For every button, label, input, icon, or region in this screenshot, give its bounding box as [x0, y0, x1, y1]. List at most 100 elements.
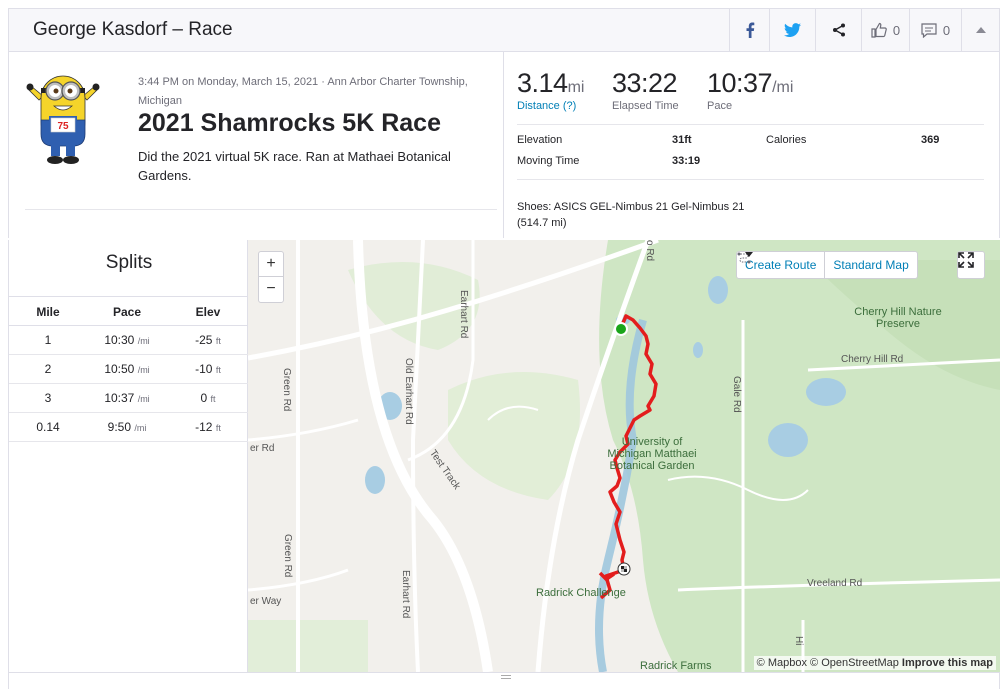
twitter-icon [784, 23, 801, 37]
map-label-road: Hi [793, 636, 804, 646]
table-row: 1 10:30 /mi -25 ft [9, 326, 249, 355]
calories-value: 369 [921, 134, 940, 146]
share-button[interactable] [815, 9, 861, 51]
pace-value: 10:37 [707, 68, 773, 98]
shoes-info: Shoes: ASICS GEL-Nimbus 21 Gel-Nimbus 21… [517, 201, 745, 229]
column-header-mile: Mile [36, 305, 60, 319]
map-label-radrick-challenge: Radrick Challenge [536, 587, 626, 599]
map-label-way: er Way [250, 596, 282, 607]
elapsed-time-value: 33:22 [612, 68, 678, 98]
split-mile: 0.14 [36, 420, 60, 434]
create-route-label: Create Route [745, 258, 817, 272]
stat-pace: 10:37/mi Pace [707, 68, 793, 112]
elapsed-time-label: Elapsed Time [612, 100, 679, 112]
split-mile: 1 [44, 333, 52, 347]
route-map[interactable]: Green Rd Green Rd Old Earhart Rd Earhart… [248, 240, 1000, 672]
activity-title: 2021 Shamrocks 5K Race [138, 109, 441, 137]
map-label-green-rd: Green Rd [281, 368, 292, 412]
moving-time-label: Moving Time [517, 155, 580, 167]
activity-meta: 3:44 PM on Monday, March 15, 2021 · Ann … [138, 76, 468, 107]
map-type-dropdown[interactable]: Standard Map [745, 252, 916, 278]
splits-title: Splits [105, 252, 153, 273]
split-pace: 9:50 /mi [107, 420, 147, 434]
moving-time-value: 33:19 [672, 155, 701, 167]
column-header-elev: Elev [195, 305, 221, 319]
splits-header-row: Mile Pace Elev [9, 296, 249, 326]
divider [517, 124, 984, 125]
zoom-in-button[interactable]: + [259, 252, 283, 277]
elevation-label: Elevation [517, 134, 563, 146]
map-label-gale-rd: Gale Rd [731, 376, 742, 413]
split-elev: -12 ft [195, 420, 221, 434]
divider [25, 209, 497, 210]
divider [517, 179, 984, 180]
split-pace: 10:30 /mi [104, 333, 150, 347]
column-header-pace: Pace [112, 305, 142, 319]
comment-count: 0 [942, 22, 951, 38]
facebook-share-button[interactable] [729, 9, 769, 51]
caret-up-icon [975, 27, 986, 33]
drag-handle-icon[interactable] [501, 675, 511, 679]
map-label-umich-botanical-garden: University of Michigan Matthaei Botanica… [607, 436, 697, 472]
activity-description: Did the 2021 virtual 5K race. Ran at Mat… [138, 149, 451, 183]
fullscreen-button[interactable] [957, 251, 985, 279]
split-pace: 10:37 /mi [104, 391, 150, 405]
map-label-vreeland-rd: Vreeland Rd [807, 578, 863, 589]
zoom-controls: + − [258, 251, 284, 303]
map-type-label: Standard Map [833, 258, 909, 272]
map-label-cherry-hill-rd: Cherry Hill Rd [841, 354, 904, 365]
mapbox-attribution-link[interactable]: © Mapbox [757, 657, 807, 669]
map-toolbar: Create Route Standard Map [736, 251, 918, 279]
twitter-share-button[interactable] [769, 9, 815, 51]
distance-value: 3.14 [517, 68, 568, 98]
header-actions: 0 0 [729, 9, 999, 51]
thumbs-up-icon [871, 22, 887, 38]
pace-label: Pace [707, 100, 733, 112]
comment-icon [921, 22, 937, 38]
kudos-button[interactable]: 0 [861, 9, 909, 51]
activity-header: George Kasdorf – Race 0 0 [8, 8, 1000, 52]
improve-map-link[interactable]: Improve this map [902, 657, 993, 669]
split-mile: 2 [44, 362, 52, 376]
athlete-avatar[interactable]: 75 [25, 68, 101, 168]
map-label-cherry-hill-preserve: Cherry Hill Nature Preserve [854, 306, 942, 330]
distance-help-link[interactable]: Distance (?) [517, 100, 584, 112]
distance-unit: mi [567, 79, 585, 96]
start-marker[interactable] [614, 322, 628, 336]
map-label-earhart-rd: Earhart Rd [458, 290, 469, 339]
share-icon [832, 23, 845, 37]
expand-icon [958, 252, 974, 268]
activity-stats: 3.14mi Distance (?) 33:22 Elapsed Time 1… [504, 52, 1000, 238]
split-pace: 10:50 /mi [104, 362, 150, 376]
map-label-earhart-rd: Earhart Rd [400, 570, 411, 619]
activity-summary: 75 3:44 PM on Monday, March 15, 2021 · A… [8, 52, 504, 238]
map-label-road: o Rd [644, 240, 655, 262]
table-row: 0.14 9:50 /mi -12 ft [9, 413, 249, 442]
table-row: 2 10:50 /mi -10 ft [9, 355, 249, 384]
splits-panel: Splits Mile Pace Elev 1 10:30 /mi -25 ft… [8, 240, 249, 672]
map-attribution: © Mapbox © OpenStreetMap Improve this ma… [753, 656, 996, 670]
caret-down-icon [745, 252, 753, 257]
map-label-old-earhart-rd: Old Earhart Rd [403, 358, 414, 425]
map-label-green-rd: Green Rd [282, 534, 293, 578]
split-elev: -10 ft [195, 362, 221, 376]
table-row: 3 10:37 /mi 0 ft [9, 384, 249, 413]
finish-flag-icon[interactable] [617, 562, 631, 576]
collapse-button[interactable] [961, 9, 999, 51]
page-title: George Kasdorf – Race [33, 19, 233, 40]
comments-button[interactable]: 0 [909, 9, 961, 51]
map-label-radrick-farms: Radrick Farms [640, 660, 712, 672]
pace-unit: /mi [772, 79, 794, 96]
split-elev: -25 ft [195, 333, 221, 347]
resize-bar[interactable] [8, 672, 1000, 689]
zoom-out-button[interactable]: − [259, 277, 283, 302]
map-label-road: er Rd [250, 443, 275, 454]
osm-attribution-link[interactable]: © OpenStreetMap [810, 657, 899, 669]
split-elev: 0 ft [200, 391, 216, 405]
stat-distance: 3.14mi Distance (?) [517, 68, 584, 112]
stat-elapsed-time: 33:22 Elapsed Time [612, 68, 679, 112]
facebook-icon [746, 22, 754, 38]
elevation-value: 31ft [672, 134, 692, 146]
calories-label: Calories [766, 134, 807, 146]
split-mile: 3 [44, 391, 52, 405]
